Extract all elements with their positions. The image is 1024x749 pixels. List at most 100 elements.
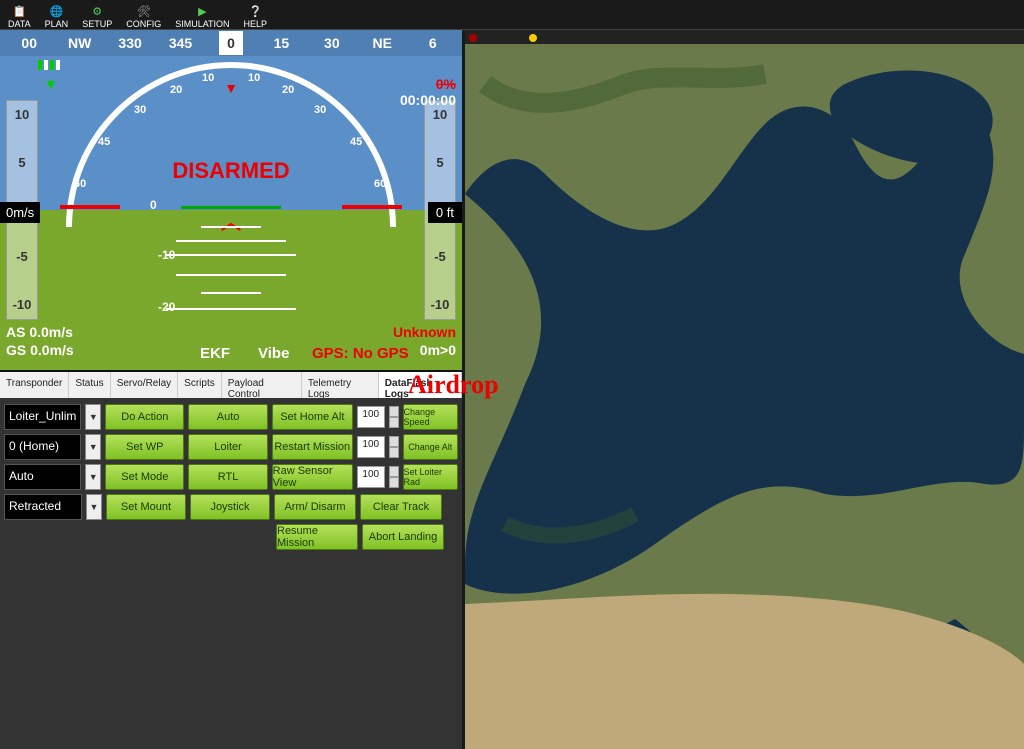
tape-tick: -10 xyxy=(425,297,455,312)
spin-down-icon[interactable]: ▼ xyxy=(389,447,399,458)
abort-landing-button[interactable]: Abort Landing xyxy=(362,524,444,550)
compass-tick: 15 xyxy=(256,35,306,51)
restart-mission-button[interactable]: Restart Mission xyxy=(272,434,353,460)
pitch-line xyxy=(201,226,261,228)
compass-tick: NE xyxy=(357,35,407,51)
toolbar-setup[interactable]: ⚙SETUP xyxy=(78,0,116,29)
spin-down-icon[interactable]: ▼ xyxy=(389,417,399,428)
resume-mission-button[interactable]: Resume Mission xyxy=(276,524,358,550)
select-waypoint[interactable]: 0 (Home) xyxy=(4,434,81,460)
hud-panel: 00 NW 330 345 0 15 30 NE 6 0 ▼ 60 45 30 … xyxy=(0,30,462,370)
gps-status[interactable]: GPS: No GPS xyxy=(312,345,409,362)
tab-transponder[interactable]: Transponder xyxy=(0,372,69,398)
select-mode[interactable]: Auto xyxy=(4,464,81,490)
wrench-icon: 🛠 xyxy=(133,3,155,19)
pitch-line xyxy=(201,292,261,294)
joystick-button[interactable]: Joystick xyxy=(190,494,270,520)
rtl-button[interactable]: RTL xyxy=(188,464,267,490)
select-command[interactable]: Loiter_Unlim xyxy=(4,404,81,430)
map-svg xyxy=(465,44,1024,749)
set-loiter-rad-button[interactable]: Set Loiter Rad xyxy=(403,464,458,490)
chevron-down-icon[interactable]: ▼ xyxy=(85,464,101,490)
tab-telemetry-logs[interactable]: Telemetry Logs xyxy=(302,372,379,398)
toolbar-label: HELP xyxy=(244,19,268,29)
toolbar-data[interactable]: 📋DATA xyxy=(4,0,35,29)
pitch-line xyxy=(166,254,296,256)
arc-tick: 20 xyxy=(170,84,182,96)
clear-track-button[interactable]: Clear Track xyxy=(360,494,442,520)
status-dot-yellow-icon xyxy=(529,34,537,42)
altitude-readout: 0 ft xyxy=(428,202,462,223)
tape-tick: 5 xyxy=(425,155,455,170)
toolbar-plan[interactable]: 🌐PLAN xyxy=(41,0,73,29)
set-mode-button[interactable]: Set Mode xyxy=(105,464,184,490)
set-wp-button[interactable]: Set WP xyxy=(105,434,184,460)
change-speed-button[interactable]: Change Speed xyxy=(403,404,458,430)
spin-down-icon[interactable]: ▼ xyxy=(389,477,399,488)
arm-disarm-button[interactable]: Arm/ Disarm xyxy=(274,494,356,520)
compass-tick: 6 xyxy=(408,35,458,51)
compass-tick: 330 xyxy=(105,35,155,51)
horizon-bar-right xyxy=(342,205,402,209)
compass-tick: NW xyxy=(54,35,104,51)
vibe-status[interactable]: Vibe xyxy=(258,345,289,362)
toolbar-help[interactable]: ❔HELP xyxy=(240,0,272,29)
tab-status[interactable]: Status xyxy=(69,372,110,398)
tape-tick: 10 xyxy=(425,107,455,122)
tape-tick: 10 xyxy=(7,107,37,122)
toolbar-config[interactable]: 🛠CONFIG xyxy=(122,0,165,29)
loiter-rad-spinner[interactable]: 100 xyxy=(357,466,385,488)
raw-sensor-view-button[interactable]: Raw Sensor View xyxy=(272,464,353,490)
change-alt-button[interactable]: Change Alt xyxy=(403,434,458,460)
toolbar-label: SIMULATION xyxy=(175,19,229,29)
toolbar-label: PLAN xyxy=(45,19,69,29)
spin-up-icon[interactable]: ▲ xyxy=(389,406,399,417)
spin-up-icon[interactable]: ▲ xyxy=(389,466,399,477)
tab-bar: Transponder Status Servo/Relay Scripts P… xyxy=(0,372,462,398)
spin-up-icon[interactable]: ▲ xyxy=(389,436,399,447)
pitch-label: -20 xyxy=(158,300,175,314)
heading-box: 0 xyxy=(219,31,243,55)
loiter-button[interactable]: Loiter xyxy=(188,434,267,460)
tab-servo-relay[interactable]: Servo/Relay xyxy=(111,372,178,398)
arc-tick: 30 xyxy=(314,104,326,116)
do-action-button[interactable]: Do Action xyxy=(105,404,184,430)
chevron-down-icon[interactable]: ▼ xyxy=(86,494,102,520)
alt-spinner[interactable]: 100 xyxy=(357,436,385,458)
set-home-alt-button[interactable]: Set Home Alt xyxy=(272,404,353,430)
toolbar-label: SETUP xyxy=(82,19,112,29)
help-icon: ❔ xyxy=(244,3,266,19)
tab-payload-control[interactable]: Payload Control xyxy=(222,372,302,398)
set-mount-button[interactable]: Set Mount xyxy=(106,494,186,520)
auto-button[interactable]: Auto xyxy=(188,404,267,430)
tab-scripts[interactable]: Scripts xyxy=(178,372,222,398)
horizon-bar-left xyxy=(60,205,120,209)
groundspeed-text: GS 0.0m/s xyxy=(6,342,74,358)
map-view[interactable]: 0 + xyxy=(465,30,1024,749)
chevron-down-icon[interactable]: ▼ xyxy=(85,404,101,430)
lower-panel: Transponder Status Servo/Relay Scripts P… xyxy=(0,370,462,749)
toolbar-simulation[interactable]: ▶SIMULATION xyxy=(171,0,233,29)
bank-marker-icon: ▼ xyxy=(44,76,58,92)
speed-spinner[interactable]: 100 xyxy=(357,406,385,428)
select-mount[interactable]: Retracted xyxy=(4,494,82,520)
pitch-label: -10 xyxy=(158,248,175,262)
pitch-label: 0 xyxy=(150,198,157,212)
tape-tick: -5 xyxy=(7,249,37,264)
aircraft-symbol-icon: ︿ xyxy=(221,206,241,235)
chevron-down-icon[interactable]: ▼ xyxy=(85,434,101,460)
arc-tick: 10 xyxy=(202,72,214,84)
bank-ticks xyxy=(38,60,60,70)
actions-grid: Loiter_Unlim▼ Do Action Auto Set Home Al… xyxy=(0,398,462,749)
flight-time: 00:00:00 xyxy=(400,92,456,108)
tab-dataflash-logs[interactable]: DataFlash Logs xyxy=(379,372,462,398)
pitch-line xyxy=(166,308,296,310)
ekf-status[interactable]: EKF xyxy=(200,345,230,362)
compass-tick: 00 xyxy=(4,35,54,51)
arc-tick: 45 xyxy=(350,136,362,148)
toolbar-label: DATA xyxy=(8,19,31,29)
zero-caret-icon: ▼ xyxy=(224,80,238,96)
status-dot-red-icon xyxy=(469,34,477,42)
compass-tick: 345 xyxy=(155,35,205,51)
mode-text: Unknown xyxy=(393,324,456,340)
